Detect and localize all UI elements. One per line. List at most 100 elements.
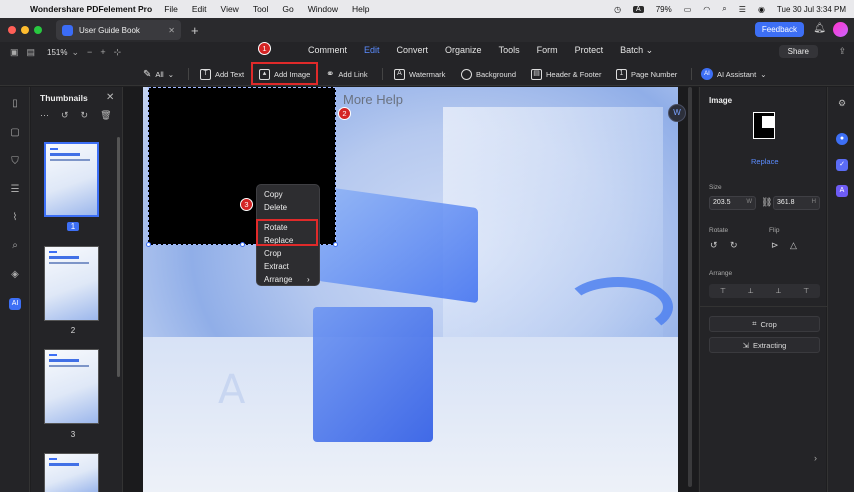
hand-tool-icon[interactable]: ⊹ xyxy=(114,47,122,58)
checklist-icon[interactable]: ✓ xyxy=(836,159,848,171)
rotate-left-icon[interactable]: ↺ xyxy=(710,240,718,251)
resize-handle[interactable] xyxy=(333,242,338,247)
search-icon[interactable]: ⌕ xyxy=(722,4,726,14)
menu-edit[interactable]: Edit xyxy=(192,4,207,14)
menu-item-arrange[interactable]: Arrange xyxy=(264,275,292,284)
thumbnail-page-3[interactable] xyxy=(44,349,99,424)
search-icon[interactable]: ⌕ xyxy=(9,240,21,252)
menu-file[interactable]: File xyxy=(164,4,178,14)
time-machine-icon[interactable]: ◷ xyxy=(614,5,621,14)
attachment-icon[interactable]: ⌇ xyxy=(9,212,21,224)
close-window-button[interactable] xyxy=(8,26,16,34)
input-source-badge[interactable]: A xyxy=(633,5,644,13)
tab-comment[interactable]: Comment xyxy=(308,45,347,56)
ai-assistant-button[interactable]: AI AI Assistant ⌄ xyxy=(701,66,766,82)
more-icon[interactable]: ⋯ xyxy=(40,110,49,121)
pdf-page[interactable]: A More Help xyxy=(143,87,678,492)
control-center-icon[interactable]: ☰ xyxy=(739,5,746,14)
resize-handle[interactable] xyxy=(240,242,245,247)
minimize-window-button[interactable] xyxy=(21,26,29,34)
add-tab-button[interactable]: + xyxy=(191,23,199,38)
expand-panel-icon[interactable]: › xyxy=(814,453,817,463)
page-heading[interactable]: More Help xyxy=(343,92,403,107)
zoom-out-icon[interactable]: − xyxy=(87,47,92,57)
siri-icon[interactable]: ◉ xyxy=(758,5,765,14)
bring-forward-icon[interactable]: ⊥ xyxy=(748,287,754,295)
tab-form[interactable]: Form xyxy=(537,45,558,56)
menu-item-extract[interactable]: Extract xyxy=(264,262,289,271)
menu-window[interactable]: Window xyxy=(308,4,338,14)
resize-handle[interactable] xyxy=(146,242,151,247)
flip-horizontal-icon[interactable]: ⊳ xyxy=(771,240,779,251)
tab-batch[interactable]: Batch ⌄ xyxy=(620,45,653,56)
tab-protect[interactable]: Protect xyxy=(575,45,604,56)
send-backward-icon[interactable]: ⊥ xyxy=(775,287,781,295)
feedback-button[interactable]: Feedback xyxy=(754,22,804,37)
bell-icon[interactable]: 🔔︎ xyxy=(813,23,826,34)
bring-to-front-icon[interactable]: ⊤ xyxy=(720,287,726,295)
word-convert-floating-icon[interactable]: W xyxy=(668,104,686,122)
tab-user-guide-book[interactable]: User Guide Book ✕ xyxy=(56,20,181,40)
width-field[interactable]: 203.5 W xyxy=(709,196,756,210)
rotate-right-icon[interactable]: ↻ xyxy=(730,240,738,251)
rotate-left-icon[interactable]: ↺ xyxy=(61,110,69,121)
layers-list-icon[interactable]: ☰ xyxy=(9,184,21,196)
pdfelement-logo-icon xyxy=(62,24,73,36)
add-text-button[interactable]: T Add Text xyxy=(200,66,244,82)
watermark-button[interactable]: A Watermark xyxy=(394,66,445,82)
sidebar-toggle-icon[interactable]: ▣ xyxy=(10,47,19,58)
thumbnails-icon[interactable]: ▯ xyxy=(9,98,21,110)
crop-button[interactable]: ⌗ Crop xyxy=(709,316,820,332)
background-button[interactable]: Background xyxy=(461,66,516,82)
page-number-button[interactable]: 1 Page Number xyxy=(616,66,677,82)
battery-status[interactable]: 79% xyxy=(656,5,672,14)
thumbnail-page-2[interactable] xyxy=(44,246,99,321)
zoom-window-button[interactable] xyxy=(34,26,42,34)
ai-chat-icon[interactable]: ● xyxy=(836,133,848,145)
close-icon[interactable]: ✕ xyxy=(106,92,114,103)
menubar-clock[interactable]: Tue 30 Jul 3:34 PM xyxy=(777,5,846,14)
share-button[interactable]: Share xyxy=(778,45,818,58)
menu-item-copy[interactable]: Copy xyxy=(264,190,283,199)
add-link-button[interactable]: ⚭ Add Link xyxy=(326,66,368,82)
layers-icon[interactable]: ◈ xyxy=(9,269,21,281)
tab-edit[interactable]: Edit xyxy=(364,45,380,56)
ai-icon[interactable]: AI xyxy=(9,298,21,310)
properties-icon[interactable]: ⚙ xyxy=(836,97,848,109)
rotate-right-icon[interactable]: ↻ xyxy=(81,110,89,121)
thumbnails-scrollbar[interactable] xyxy=(117,137,120,377)
height-field[interactable]: 361.8 H xyxy=(773,196,820,210)
tab-convert[interactable]: Convert xyxy=(397,45,429,56)
flip-vertical-icon[interactable]: △ xyxy=(790,240,797,251)
thumbnail-page-4[interactable] xyxy=(44,453,99,492)
zoom-level[interactable]: 151% xyxy=(47,48,67,57)
thumbnail-page-1[interactable] xyxy=(44,142,99,217)
chevron-down-icon[interactable]: ⌄ xyxy=(72,47,80,58)
translate-icon[interactable]: A xyxy=(836,185,848,197)
upload-icon[interactable]: ⇪ xyxy=(838,46,846,57)
header-footer-button[interactable]: ▤ Header & Footer xyxy=(531,66,601,82)
menu-item-delete[interactable]: Delete xyxy=(264,203,287,212)
select-all-dropdown[interactable]: ✎ All ⌄ xyxy=(143,66,174,82)
bookmark-icon[interactable]: ⛉ xyxy=(9,156,21,168)
trash-icon[interactable]: 🗑︎ xyxy=(100,110,111,121)
menu-tool[interactable]: Tool xyxy=(253,4,269,14)
layout-icon[interactable]: ▤ xyxy=(27,47,36,58)
menu-view[interactable]: View xyxy=(221,4,239,14)
app-menu[interactable]: Wondershare PDFelement Pro xyxy=(30,4,152,14)
document-scrollbar[interactable] xyxy=(688,87,692,487)
replace-link[interactable]: Replace xyxy=(751,157,779,166)
tab-tools[interactable]: Tools xyxy=(499,45,520,56)
lock-ratio-icon[interactable]: ⛓ xyxy=(761,197,772,208)
menu-go[interactable]: Go xyxy=(282,4,293,14)
comment-icon[interactable]: ▢ xyxy=(9,127,21,139)
zoom-in-icon[interactable]: + xyxy=(100,47,105,57)
menu-item-crop[interactable]: Crop xyxy=(264,249,281,258)
avatar[interactable] xyxy=(833,22,848,37)
send-to-back-icon[interactable]: ⊤ xyxy=(803,287,809,295)
close-tab-icon[interactable]: ✕ xyxy=(168,26,175,35)
extracting-button[interactable]: ⇲ Extracting xyxy=(709,337,820,353)
menu-help[interactable]: Help xyxy=(352,4,369,14)
wifi-icon[interactable]: ◠ xyxy=(703,5,710,14)
tab-organize[interactable]: Organize xyxy=(445,45,482,56)
